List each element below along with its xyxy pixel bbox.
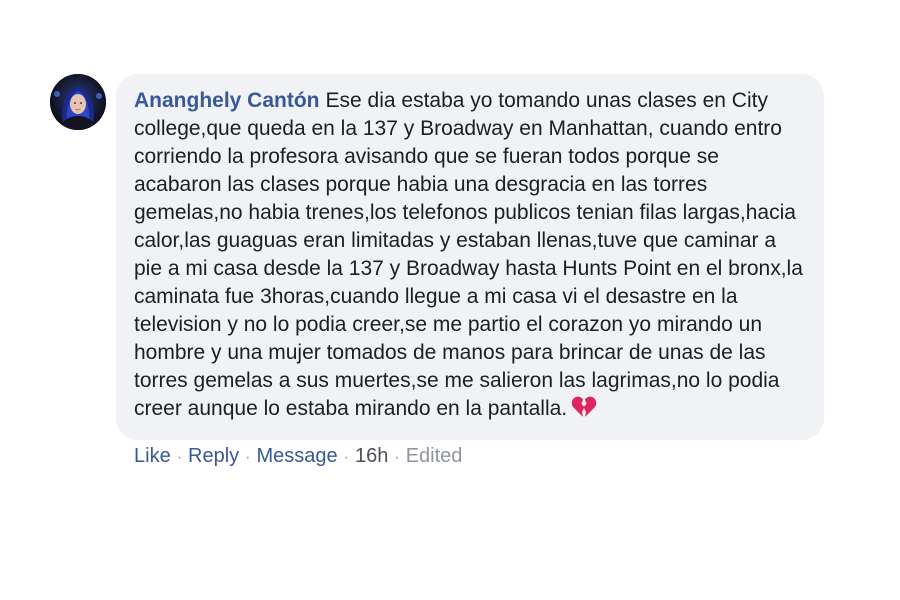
comment-bubble: Ananghely Cantón Ese dia estaba yo tomand… bbox=[116, 74, 824, 440]
like-link[interactable]: Like bbox=[134, 445, 171, 467]
broken-heart-icon bbox=[571, 395, 597, 427]
separator: · bbox=[343, 449, 349, 466]
separator: · bbox=[245, 449, 251, 466]
separator: · bbox=[394, 449, 400, 466]
avatar[interactable] bbox=[50, 74, 106, 130]
comment-text: Ese dia estaba yo tomando unas clases en… bbox=[134, 89, 803, 420]
message-link[interactable]: Message bbox=[257, 445, 338, 467]
comment-actions: Like · Reply · Message · 16h · Edited bbox=[134, 444, 462, 470]
reply-link[interactable]: Reply bbox=[188, 445, 239, 467]
comment-author[interactable]: Ananghely Cantón bbox=[134, 89, 320, 112]
avatar-image bbox=[50, 74, 106, 130]
edited-label[interactable]: Edited bbox=[406, 445, 463, 467]
comment-timestamp[interactable]: 16h bbox=[355, 445, 388, 467]
separator: · bbox=[176, 449, 183, 466]
